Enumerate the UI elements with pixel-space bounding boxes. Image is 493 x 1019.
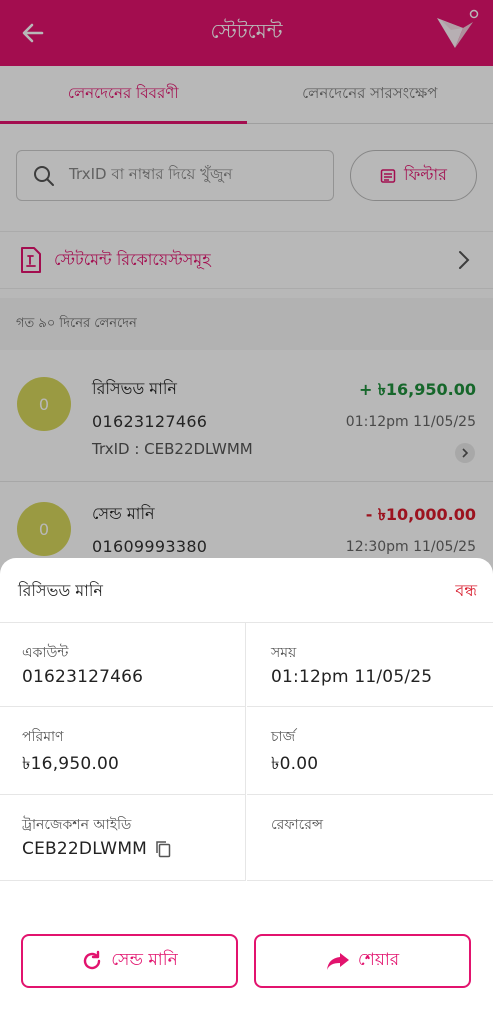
send-money-button[interactable]: সেন্ড মানি — [21, 934, 238, 988]
share-arrow-icon — [326, 953, 349, 970]
reference-label: রেফারেন্স — [271, 817, 324, 833]
amount-label: পরিমাণ — [22, 729, 64, 745]
amount-cell: পরিমাণ ৳16,950.00 — [0, 707, 246, 795]
amount-value: ৳16,950.00 — [22, 754, 119, 774]
account-label: একাউন্ট — [22, 645, 69, 661]
trxid-value: CEB22DLWMM — [22, 839, 148, 859]
send-money-label: সেন্ড মানি — [111, 950, 178, 970]
trxid-value-wrap: CEB22DLWMM — [22, 839, 171, 859]
time-value: 01:12pm 11/05/25 — [271, 667, 433, 687]
time-cell: সময় 01:12pm 11/05/25 — [247, 623, 493, 707]
charge-value: ৳0.00 — [271, 754, 319, 774]
charge-label: চার্জ — [271, 729, 296, 745]
share-button[interactable]: শেয়ার — [254, 934, 471, 988]
time-label: সময় — [271, 645, 297, 661]
account-cell: একাউন্ট 01623127466 — [0, 623, 246, 707]
copy-icon[interactable] — [155, 840, 171, 858]
detail-grid: একাউন্ট 01623127466 সময় 01:12pm 11/05/2… — [0, 622, 493, 881]
trxid-cell: ট্রানজেকশন আইডি CEB22DLWMM — [0, 795, 246, 881]
refresh-icon — [84, 950, 101, 970]
reference-cell: রেফারেন্স — [247, 795, 493, 881]
share-label: শেয়ার — [357, 950, 400, 970]
close-button[interactable]: বন্ধ — [455, 578, 477, 605]
charge-cell: চার্জ ৳0.00 — [247, 707, 493, 795]
trxid-label: ট্রানজেকশন আইডি — [22, 817, 132, 833]
sheet-title: রিসিভড মানি — [18, 581, 103, 600]
account-value: 01623127466 — [22, 667, 144, 687]
